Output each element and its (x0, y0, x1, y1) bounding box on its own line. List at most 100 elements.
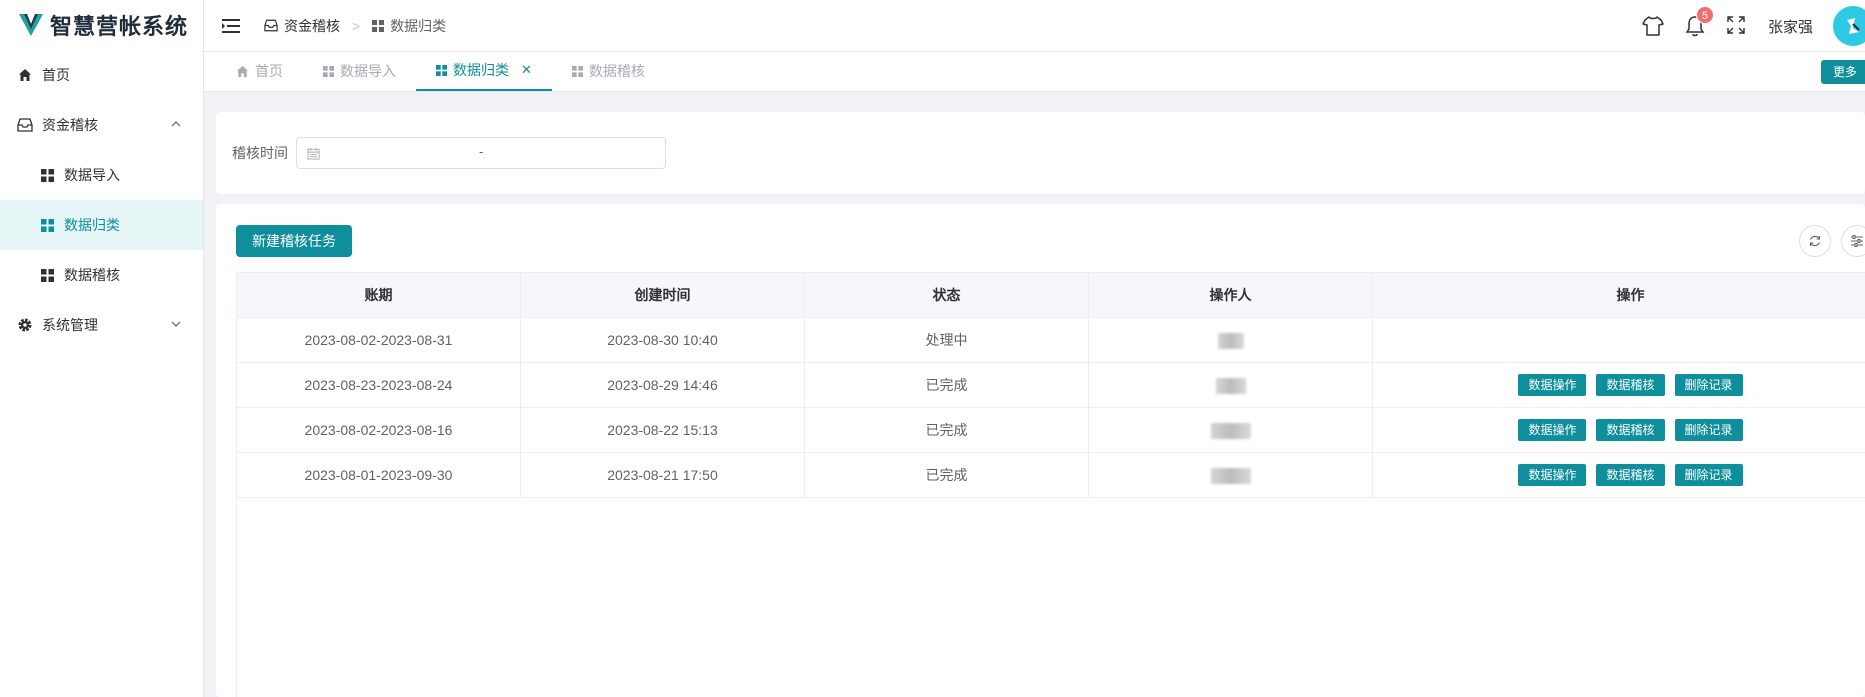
data-operation-button[interactable]: 数据操作 (1518, 374, 1587, 396)
avatar[interactable] (1833, 6, 1865, 46)
cell-actions: 数据操作 数据稽核 删除记录 (1372, 452, 1865, 498)
app-title: 智慧营帐系统 (50, 14, 189, 39)
grid-icon (571, 65, 583, 77)
cell-actions (1372, 317, 1865, 363)
grid-icon (323, 65, 334, 77)
tab-data-import[interactable]: 数据导入 (303, 51, 416, 91)
cell-actions: 数据操作 数据稽核 删除记录 (1372, 362, 1865, 408)
audit-task-table: 账期 创建时间 状态 操作人 操作 2023-08-02-2023-08-31 … (236, 272, 1865, 498)
search-panel: 稽核时间 - (216, 112, 1865, 194)
cell-created: 2023-08-22 15:13 (520, 407, 805, 453)
inbox-icon (16, 116, 34, 134)
redacted-operator (1210, 422, 1251, 439)
menu-toggle-icon[interactable] (222, 18, 240, 34)
grid-icon (372, 19, 385, 32)
calendar-icon (307, 147, 320, 160)
cell-status: 已完成 (804, 362, 1089, 408)
cell-operator (1088, 362, 1373, 408)
bell-icon[interactable]: 5 (1684, 6, 1714, 37)
cell-operator (1088, 407, 1373, 453)
cell-created: 2023-08-30 10:40 (520, 317, 805, 363)
cell-period: 2023-08-02-2023-08-31 (236, 317, 521, 363)
table-panel: 新建稽核任务 账期 创建时间 状态 操作人 操作 2023-08-02-2023… (216, 204, 1865, 697)
sidebar-item-home[interactable]: 首页 (0, 50, 203, 100)
audit-time-label: 稽核时间 (232, 145, 288, 161)
range-separator: - (479, 144, 484, 159)
cell-created: 2023-08-21 17:50 (520, 452, 805, 498)
table-row: 2023-08-02-2023-08-16 2023-08-22 15:13 已… (236, 407, 1865, 453)
sidebar-item-fund-audit[interactable]: 资金稽核 (0, 100, 203, 150)
data-operation-button[interactable]: 数据操作 (1518, 419, 1587, 441)
table-header-row: 账期 创建时间 状态 操作人 操作 (236, 272, 1865, 318)
sidebar: 智慧营帐系统 首页 资金稽核 数据导入 数据归类 数据稽核 系统管理 (0, 0, 204, 697)
avatar-icon (1847, 18, 1860, 34)
gear-icon (16, 316, 34, 334)
date-range-picker[interactable]: - (296, 137, 666, 169)
table-empty-area (236, 496, 1865, 697)
breadcrumb: 资金稽核 > 数据归类 (264, 16, 446, 36)
column-header-created[interactable]: 创建时间 (520, 272, 805, 318)
column-header-status[interactable]: 状态 (804, 272, 1089, 318)
data-audit-button[interactable]: 数据稽核 (1596, 419, 1665, 441)
data-audit-button[interactable]: 数据稽核 (1596, 374, 1665, 396)
sidebar-item-data-import[interactable]: 数据导入 (0, 150, 203, 200)
shirt-icon[interactable] (1642, 15, 1664, 37)
column-settings-button[interactable] (1841, 225, 1865, 257)
home-icon (236, 65, 249, 77)
refresh-icon (1809, 235, 1821, 247)
breadcrumb-item-fund-audit[interactable]: 资金稽核 (264, 16, 340, 36)
chevron-down-icon (171, 321, 181, 327)
cell-status: 已完成 (804, 407, 1089, 453)
sidebar-item-label: 首页 (42, 67, 70, 83)
more-tabs-button[interactable]: 更多 (1820, 60, 1865, 84)
fullscreen-icon[interactable] (1726, 15, 1748, 37)
redacted-operator (1215, 377, 1246, 394)
header-actions: 5 张家强 (1642, 0, 1865, 52)
tab-data-classify[interactable]: 数据归类 ✕ (416, 51, 552, 91)
sidebar-item-label: 数据归类 (64, 217, 120, 233)
tab-data-audit[interactable]: 数据稽核 (552, 51, 665, 91)
grid-icon (38, 166, 56, 184)
sidebar-item-data-classify[interactable]: 数据归类 (0, 200, 203, 250)
tab-home[interactable]: 首页 (216, 51, 303, 91)
breadcrumb-item-current: 数据归类 (372, 16, 446, 36)
refresh-button[interactable] (1799, 225, 1831, 257)
sidebar-item-data-audit[interactable]: 数据稽核 (0, 250, 203, 300)
username[interactable]: 张家强 (1768, 16, 1813, 37)
inbox-icon (264, 19, 278, 32)
column-header-period[interactable]: 账期 (236, 272, 521, 318)
grid-icon (436, 64, 447, 76)
delete-record-button[interactable]: 删除记录 (1674, 374, 1743, 396)
chevron-up-icon (171, 121, 181, 127)
grid-icon (38, 266, 56, 284)
data-operation-button[interactable]: 数据操作 (1518, 464, 1587, 486)
cell-status: 已完成 (804, 452, 1089, 498)
redacted-operator (1210, 467, 1251, 484)
new-audit-task-button[interactable]: 新建稽核任务 (236, 225, 352, 257)
cell-period: 2023-08-02-2023-08-16 (236, 407, 521, 453)
sidebar-item-system-admin[interactable]: 系统管理 (0, 300, 203, 350)
cell-status: 处理中 (804, 317, 1089, 363)
close-icon[interactable]: ✕ (521, 62, 532, 78)
sidebar-item-label: 数据稽核 (64, 267, 120, 283)
app-logo[interactable]: 智慧营帐系统 (0, 0, 203, 50)
sidebar-item-label: 资金稽核 (42, 117, 98, 133)
notification-badge: 5 (1695, 6, 1714, 24)
sidebar-item-label: 系统管理 (42, 317, 98, 333)
cell-period: 2023-08-01-2023-09-30 (236, 452, 521, 498)
table-row: 2023-08-02-2023-08-31 2023-08-30 10:40 处… (236, 317, 1865, 363)
delete-record-button[interactable]: 删除记录 (1674, 464, 1743, 486)
table-row: 2023-08-01-2023-09-30 2023-08-21 17:50 已… (236, 452, 1865, 498)
data-audit-button[interactable]: 数据稽核 (1596, 464, 1665, 486)
column-header-actions: 操作 (1372, 272, 1865, 318)
cell-created: 2023-08-29 14:46 (520, 362, 805, 408)
sidebar-item-label: 数据导入 (64, 167, 120, 183)
sliders-icon (1851, 235, 1863, 247)
tabs-bar: 首页 数据导入 数据归类 ✕ 数据稽核 更多 (204, 52, 1865, 92)
cell-actions: 数据操作 数据稽核 删除记录 (1372, 407, 1865, 453)
delete-record-button[interactable]: 删除记录 (1674, 419, 1743, 441)
home-icon (16, 66, 34, 84)
breadcrumb-separator: > (352, 17, 361, 34)
column-header-operator[interactable]: 操作人 (1088, 272, 1373, 318)
logo-icon (19, 14, 43, 36)
